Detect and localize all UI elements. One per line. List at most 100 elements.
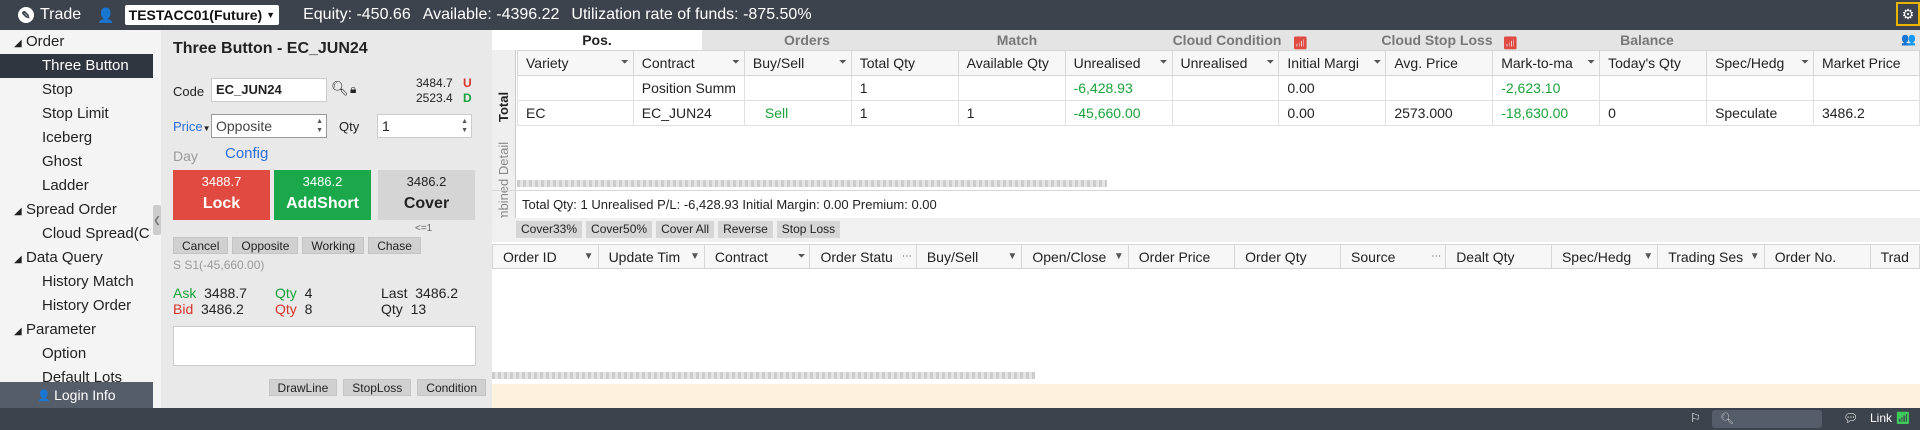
col-mark-to-market[interactable]: Mark-to-ma ⏷ xyxy=(1492,50,1601,76)
search-icon[interactable]: 🔍︎ xyxy=(331,80,349,97)
col-available-qty[interactable]: Available Qty xyxy=(957,50,1066,76)
spinner-icon[interactable]: ▲ ▼ xyxy=(461,117,468,135)
filter-icon[interactable]: ▼ xyxy=(1643,251,1653,262)
sidebar-collapse-handle[interactable]: ❮ xyxy=(153,205,161,235)
col-todays-qty[interactable]: Today's Qty xyxy=(1599,50,1708,76)
col-initial-margin[interactable]: Initial Margi ⏷ xyxy=(1278,50,1387,76)
col-buysell[interactable]: Buy/Sell ▼ xyxy=(915,244,1023,269)
filter-icon[interactable]: ⏷ xyxy=(1266,57,1274,68)
filter-icon[interactable]: ⏷ xyxy=(1373,57,1381,68)
filter-icon[interactable]: ▼ xyxy=(1750,251,1760,262)
filter-icon[interactable]: ⏷ xyxy=(797,251,805,262)
filter-icon[interactable]: ⏷ xyxy=(839,57,847,68)
col-order-qty[interactable]: Order Qty xyxy=(1234,244,1342,269)
col-trading-session[interactable]: Trading Ses ▼ xyxy=(1657,244,1765,269)
stoploss-button[interactable]: StopLoss xyxy=(343,379,412,396)
col-order-price[interactable]: Order Price xyxy=(1127,244,1236,269)
sidebar-item-ghost[interactable]: Ghost xyxy=(0,150,153,174)
cover-all-button[interactable]: Cover All xyxy=(656,221,715,238)
sidebar-group-parameter[interactable]: ◢ Parameter xyxy=(0,318,153,342)
link-status[interactable]: Link 📶︎ xyxy=(1870,411,1911,425)
settings-gear-icon[interactable]: ⚙ xyxy=(1896,2,1920,26)
addshort-button[interactable]: 3486.2 AddShort xyxy=(274,170,371,220)
chase-button[interactable]: Chase xyxy=(368,237,421,254)
users-icon[interactable]: 👥 xyxy=(1901,32,1916,46)
sidebar-item-iceberg[interactable]: Iceberg xyxy=(0,126,153,150)
tab-cloud-condition[interactable]: Cloud Condition 📶︎ xyxy=(1122,30,1332,50)
menu-icon[interactable]: ⋯ xyxy=(1431,251,1441,262)
account-selector[interactable]: TESTACC01(Future) ▼ xyxy=(124,5,280,25)
working-button[interactable]: Working xyxy=(302,237,365,254)
col-source[interactable]: Source ⋯ xyxy=(1340,244,1447,269)
sidebar-group-spread-order[interactable]: ◢ Spread Order xyxy=(0,198,153,222)
col-open-close[interactable]: Open/Close ▼ xyxy=(1021,244,1129,269)
col-contract[interactable]: Contract ⏷ xyxy=(703,244,811,269)
filter-icon[interactable]: ⏷ xyxy=(1160,57,1168,68)
cancel-button[interactable]: Cancel xyxy=(173,237,229,254)
trade-menu[interactable]: ✎ Trade xyxy=(18,6,81,24)
lock-button[interactable]: 3488.7 Lock xyxy=(173,170,270,220)
condition-button[interactable]: Condition xyxy=(417,379,486,396)
sidebar-item-history-order[interactable]: History Order xyxy=(0,294,153,318)
cover-50-button[interactable]: Cover50% xyxy=(586,221,653,238)
tab-match[interactable]: Match xyxy=(912,30,1122,50)
sidebar-item-stop[interactable]: Stop xyxy=(0,78,153,102)
sidebar-item-default-lots[interactable]: Default Lots xyxy=(0,366,153,382)
qty-input[interactable]: 1 ▲ ▼ xyxy=(377,114,472,138)
filter-icon[interactable]: ⏷ xyxy=(621,57,629,68)
tab-balance[interactable]: Balance xyxy=(1542,30,1752,50)
col-total-qty[interactable]: Total Qty xyxy=(850,50,959,76)
col-dealt-qty[interactable]: Dealt Qty xyxy=(1445,244,1552,269)
col-order-id[interactable]: Order ID ▼ xyxy=(492,244,599,269)
filter-icon[interactable]: ▼ xyxy=(1007,251,1017,262)
tab-orders[interactable]: Orders xyxy=(702,30,912,50)
sidebar-item-cloud-spread[interactable]: Cloud Spread(C xyxy=(0,222,153,246)
filter-icon[interactable]: ⏷ xyxy=(1587,57,1595,68)
col-spec-hedge[interactable]: Spec/Hedg ▼ xyxy=(1550,244,1659,269)
tab-positions[interactable]: Pos. xyxy=(492,30,702,50)
sidebar-item-three-button[interactable]: Three Button xyxy=(0,54,153,78)
col-buysell[interactable]: Buy/Sell ⏷ xyxy=(743,50,852,76)
cover-33-button[interactable]: Cover33% xyxy=(516,221,583,238)
col-avg-price[interactable]: Avg. Price xyxy=(1385,50,1494,76)
sidebar-group-data-query[interactable]: ◢ Data Query xyxy=(0,246,153,270)
col-order-no[interactable]: Order No. xyxy=(1763,244,1871,269)
col-unrealised-2[interactable]: Unrealised ⏷ xyxy=(1171,50,1280,76)
col-contract[interactable]: Contract ⏷ xyxy=(632,50,745,76)
menu-icon[interactable]: ⋯ xyxy=(902,251,912,262)
price-input[interactable]: Opposite ▲ ▼ xyxy=(211,114,327,138)
stop-loss-button[interactable]: Stop Loss xyxy=(776,221,841,238)
sidebar-group-order[interactable]: ◢ Order xyxy=(0,30,153,54)
footer-search-input[interactable]: 🔍︎ xyxy=(1712,410,1822,428)
col-trade[interactable]: Trad xyxy=(1869,244,1920,269)
reverse-button[interactable]: Reverse xyxy=(718,221,773,238)
tab-cloud-stop-loss[interactable]: Cloud Stop Loss 📶︎ xyxy=(1332,30,1542,50)
opposite-button[interactable]: Opposite xyxy=(232,237,299,254)
col-market-price[interactable]: Market Price xyxy=(1812,50,1920,76)
col-spec-hedge[interactable]: Spec/Hedg ⏷ xyxy=(1706,50,1814,76)
drawline-button[interactable]: DrawLine xyxy=(268,379,338,396)
filter-icon[interactable]: ⏷ xyxy=(732,57,740,68)
price-type-label[interactable]: Price▼ xyxy=(173,119,211,134)
login-info-button[interactable]: 👤 Login Info xyxy=(0,382,153,408)
lock-icon[interactable]: 🔒︎ xyxy=(350,82,356,97)
filter-icon[interactable]: ▼ xyxy=(1114,251,1124,262)
sidebar-item-stop-limit[interactable]: Stop Limit xyxy=(0,102,153,126)
vtab-total[interactable]: Total xyxy=(496,92,511,122)
col-variety[interactable]: Variety ⏷ xyxy=(517,50,634,76)
sidebar-item-option[interactable]: Option xyxy=(0,342,153,366)
col-update-time[interactable]: Update Tim ▼ xyxy=(597,244,705,269)
sidebar-item-ladder[interactable]: Ladder xyxy=(0,174,153,198)
sidebar-item-history-match[interactable]: History Match xyxy=(0,270,153,294)
chat-icon[interactable]: 💬︎ xyxy=(1843,411,1858,425)
col-order-status[interactable]: Order Statu ⋯ xyxy=(809,244,917,269)
table-row[interactable]: EC EC_JUN24 Sell 1 1 -45,660.00 0.00 257… xyxy=(517,100,1920,126)
col-unrealised-1[interactable]: Unrealised ⏷ xyxy=(1064,50,1173,76)
filter-icon[interactable]: ▼ xyxy=(690,251,700,262)
filter-icon[interactable]: ▼ xyxy=(584,251,594,262)
horizontal-scrollbar[interactable] xyxy=(492,372,1035,379)
spinner-icon[interactable]: ▲ ▼ xyxy=(316,117,323,135)
code-input[interactable]: EC_JUN24 xyxy=(211,78,327,102)
flag-icon[interactable]: ⚐ xyxy=(1690,411,1701,425)
note-area[interactable] xyxy=(173,326,476,366)
